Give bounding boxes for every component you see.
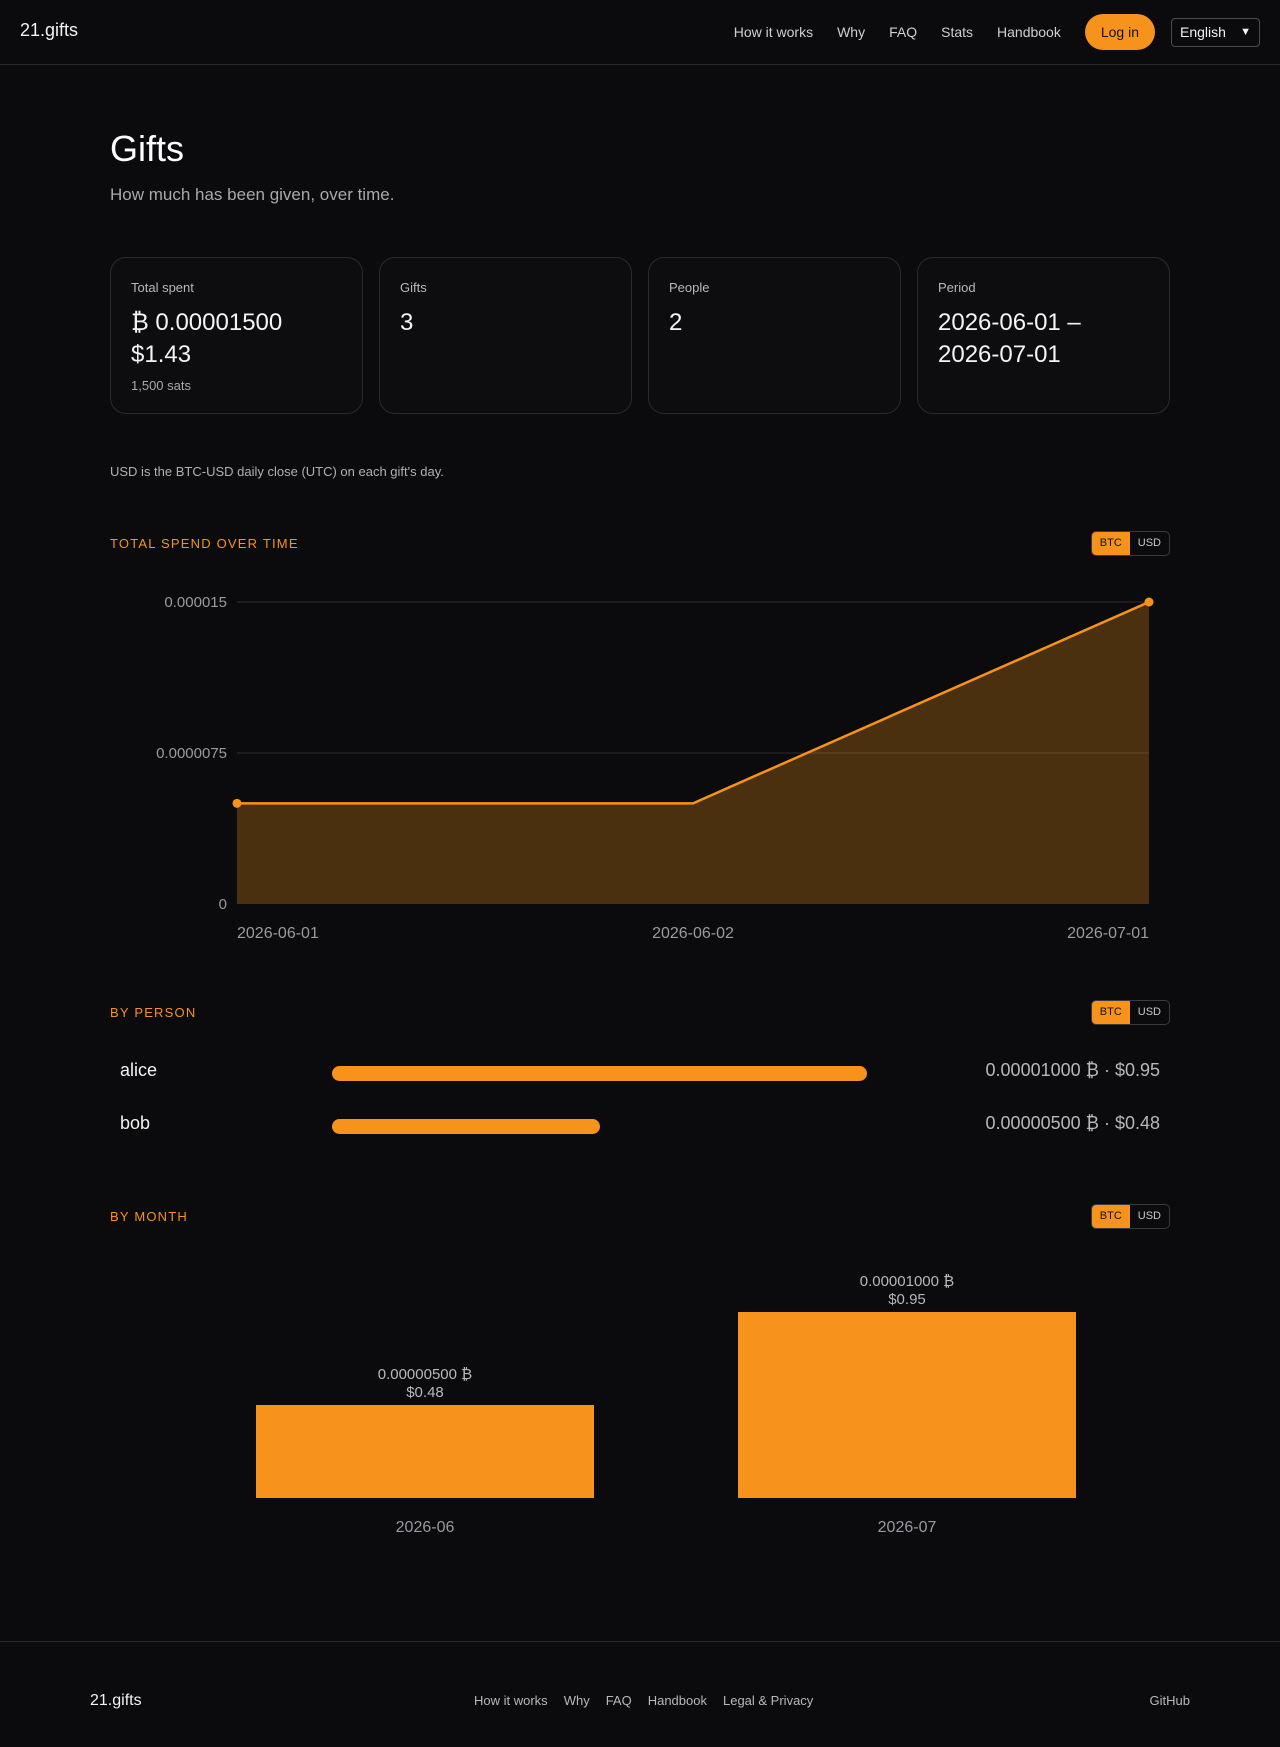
card-label: Total spent bbox=[131, 280, 194, 295]
toggle-btc[interactable]: BTC bbox=[1091, 532, 1130, 555]
footer-link-legal[interactable]: Legal & Privacy bbox=[723, 1693, 813, 1708]
footer-link-github[interactable]: GitHub bbox=[1150, 1693, 1190, 1708]
nav-handbook[interactable]: Handbook bbox=[997, 24, 1061, 40]
card-value: 3 bbox=[400, 309, 414, 336]
language-value: English bbox=[1180, 24, 1226, 40]
toggle-btc[interactable]: BTC bbox=[1091, 1205, 1130, 1228]
card-gifts: Gifts 3 bbox=[379, 257, 632, 414]
data-point bbox=[232, 798, 242, 808]
section-title-spend: Total spend over time bbox=[110, 536, 299, 551]
person-value: 0.00000500 ₿ · $0.48 bbox=[985, 1113, 1160, 1133]
toggle-usd[interactable]: USD bbox=[1130, 532, 1169, 555]
currency-toggle-spend: BTC USD bbox=[1090, 531, 1170, 556]
y-tick-label: 0.000015 bbox=[164, 594, 227, 611]
nav-faq[interactable]: FAQ bbox=[889, 24, 917, 40]
section-title-person: By person bbox=[110, 1005, 197, 1020]
month-bar-chart: 0.00000500 ₿$0.48 2026-06 0.00001000 ₿$0.9… bbox=[256, 1273, 1076, 1536]
footer-brand[interactable]: 21.gifts bbox=[90, 1692, 142, 1710]
person-bar bbox=[332, 1119, 600, 1134]
section-title-month: By month bbox=[110, 1209, 188, 1224]
person-name: alice bbox=[120, 1060, 158, 1080]
person-bar-track bbox=[332, 1066, 867, 1081]
x-tick-label: 2026-07-01 bbox=[1067, 925, 1149, 942]
currency-toggle-person: BTC USD bbox=[1090, 1000, 1170, 1025]
chevron-down-icon: ▼ bbox=[1240, 26, 1251, 38]
card-value-usd: $1.43 bbox=[131, 341, 192, 368]
person-bar-track bbox=[332, 1119, 867, 1134]
toggle-usd[interactable]: USD bbox=[1130, 1001, 1169, 1024]
spend-area-chart: 0 0.0000075 0.000015 2026-06-01 2026-06-02 20… bbox=[156, 594, 1154, 942]
toggle-usd[interactable]: USD bbox=[1130, 1205, 1169, 1228]
language-select[interactable]: English ▼ bbox=[1171, 17, 1260, 47]
person-value: 0.00001000 ₿ · $0.95 bbox=[985, 1060, 1160, 1080]
login-button[interactable]: Log in bbox=[1084, 14, 1155, 50]
bar bbox=[738, 1312, 1076, 1498]
footer-link-faq[interactable]: FAQ bbox=[606, 1693, 632, 1708]
card-value-end: 2026-07-01 bbox=[938, 341, 1061, 368]
bar-label-btc: 0.00001000 ₿ bbox=[860, 1273, 955, 1290]
person-name: bob bbox=[120, 1113, 151, 1133]
x-tick-label: 2026-06-02 bbox=[652, 925, 734, 942]
card-value-start: 2026-06-01 – bbox=[938, 309, 1081, 336]
card-label: Gifts bbox=[400, 280, 427, 295]
footer-link-why[interactable]: Why bbox=[564, 1693, 590, 1708]
currency-toggle-month: BTC USD bbox=[1090, 1204, 1170, 1229]
person-row-alice: alice 0.00001000 ₿ · $0.95 bbox=[110, 1058, 1170, 1088]
nav-stats[interactable]: Stats bbox=[941, 24, 973, 40]
footer-links: How it works Why FAQ Handbook Legal & Pr… bbox=[474, 1693, 829, 1708]
brand-logo[interactable]: 21.gifts bbox=[20, 20, 78, 41]
data-point bbox=[1144, 597, 1154, 607]
bar-label-usd: $0.95 bbox=[888, 1291, 926, 1308]
person-bar bbox=[332, 1066, 867, 1081]
x-tick-label: 2026-06 bbox=[396, 1519, 455, 1536]
bar bbox=[256, 1405, 594, 1498]
footer-link-how-it-works[interactable]: How it works bbox=[474, 1693, 548, 1708]
toggle-btc[interactable]: BTC bbox=[1091, 1001, 1130, 1024]
page-subtitle: How much has been given, over time. bbox=[110, 185, 395, 204]
stat-cards: Total spent ₿ 0.00001500 $1.43 1,500 sat… bbox=[110, 257, 1170, 414]
footer-link-handbook[interactable]: Handbook bbox=[648, 1693, 707, 1708]
y-tick-label: 0 bbox=[219, 896, 227, 913]
card-value-sats: 1,500 sats bbox=[131, 378, 191, 393]
main-nav: How it works Why FAQ Stats Handbook Log … bbox=[734, 14, 1260, 50]
bar-label-usd: $0.48 bbox=[406, 1384, 444, 1401]
usd-note: USD is the BTC-USD daily close (UTC) on … bbox=[110, 464, 444, 479]
nav-why[interactable]: Why bbox=[837, 24, 865, 40]
page-title: Gifts bbox=[110, 128, 185, 169]
card-label: Period bbox=[938, 280, 976, 295]
bar-label-btc: 0.00000500 ₿ bbox=[378, 1366, 473, 1383]
x-tick-label: 2026-06-01 bbox=[237, 925, 319, 942]
card-value: 2 bbox=[669, 309, 683, 336]
site-header: 21.gifts How it works Why FAQ Stats Hand… bbox=[0, 0, 1280, 65]
card-people: People 2 bbox=[648, 257, 901, 414]
x-tick-label: 2026-07 bbox=[878, 1519, 937, 1536]
nav-how-it-works[interactable]: How it works bbox=[734, 24, 813, 40]
card-value-btc: ₿ 0.00001500 bbox=[131, 309, 283, 336]
site-footer: 21.gifts How it works Why FAQ Handbook L… bbox=[0, 1641, 1280, 1747]
person-row-bob: bob 0.00000500 ₿ · $0.48 bbox=[110, 1111, 1170, 1141]
card-label: People bbox=[669, 280, 710, 295]
y-tick-label: 0.0000075 bbox=[156, 745, 227, 762]
card-period: Period 2026-06-01 – 2026-07-01 bbox=[917, 257, 1170, 414]
card-total-spent: Total spent ₿ 0.00001500 $1.43 1,500 sat… bbox=[110, 257, 363, 414]
